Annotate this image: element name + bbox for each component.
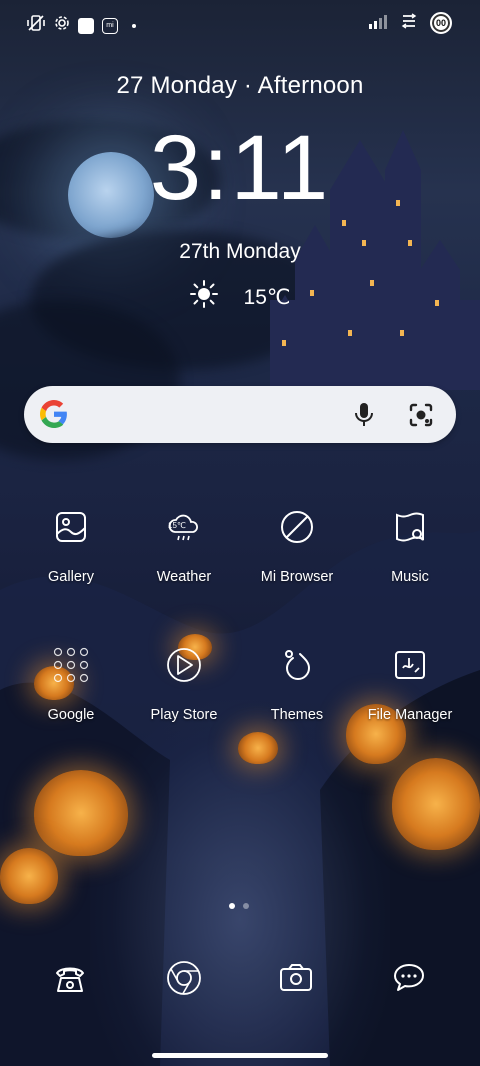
music-icon xyxy=(388,505,432,549)
app-mi-browser[interactable]: Mi Browser xyxy=(240,505,354,585)
messages-icon[interactable] xyxy=(387,956,431,1000)
dock xyxy=(0,956,480,1006)
chrome-icon[interactable] xyxy=(162,956,206,1000)
camera-icon[interactable] xyxy=(274,956,318,1000)
app-music[interactable]: Music xyxy=(353,505,467,585)
google-g-icon xyxy=(40,400,67,428)
app-label: Music xyxy=(391,569,429,585)
settings-gear-icon xyxy=(54,15,70,36)
app-weather[interactable]: 15℃ Weather xyxy=(127,505,241,585)
app-label: Google xyxy=(47,707,95,723)
battery-icon: 00 xyxy=(430,12,452,34)
weather-temp: 15℃ xyxy=(243,285,291,309)
page-dot xyxy=(229,903,235,909)
app-gallery[interactable]: Gallery xyxy=(14,505,128,585)
app-file-manager[interactable]: File Manager xyxy=(353,643,467,723)
app-label: Themes xyxy=(270,707,324,723)
app-google-folder[interactable]: Google xyxy=(14,643,128,723)
sun-icon xyxy=(189,280,218,314)
page-indicator xyxy=(229,903,249,909)
phone-icon[interactable] xyxy=(48,956,92,1000)
data-icon xyxy=(400,12,418,34)
app-themes[interactable]: Themes xyxy=(240,643,354,723)
mi-icon: mi xyxy=(102,17,118,34)
lens-icon[interactable] xyxy=(408,402,434,433)
signal-icon xyxy=(368,13,388,34)
pumpkin xyxy=(238,732,278,764)
greeting-text: 27 Monday · Afternoon xyxy=(116,72,364,99)
status-bar: mi 00 xyxy=(0,0,480,46)
weather-icon: 15℃ xyxy=(162,505,206,549)
app-label: File Manager xyxy=(367,707,453,723)
pumpkin xyxy=(392,758,480,850)
pumpkin xyxy=(34,770,128,856)
mute-vibrate-icon xyxy=(26,14,46,37)
app-square-icon xyxy=(78,17,94,34)
app-play-store[interactable]: Play Store xyxy=(127,643,241,723)
gallery-icon xyxy=(49,505,93,549)
file-manager-icon xyxy=(388,643,432,687)
app-label: Mi Browser xyxy=(260,569,334,585)
google-search-bar[interactable] xyxy=(24,386,456,443)
clock-time[interactable]: 3:11 xyxy=(0,122,480,214)
app-label: Weather xyxy=(156,569,212,585)
app-label: Gallery xyxy=(48,569,94,585)
weather-badge: 15℃ xyxy=(168,521,186,530)
themes-icon xyxy=(275,643,319,687)
browser-icon xyxy=(275,505,319,549)
play-store-icon xyxy=(162,643,206,687)
dot-icon xyxy=(132,23,136,28)
home-gesture-bar[interactable] xyxy=(152,1053,328,1058)
page-dot xyxy=(243,903,249,909)
pumpkin xyxy=(0,848,58,904)
mic-icon[interactable] xyxy=(354,402,374,433)
clock-date: 27th Monday xyxy=(179,240,301,263)
app-label: Play Store xyxy=(150,707,218,723)
weather-row[interactable]: 15℃ xyxy=(0,280,480,314)
google-folder-icon xyxy=(49,643,93,687)
